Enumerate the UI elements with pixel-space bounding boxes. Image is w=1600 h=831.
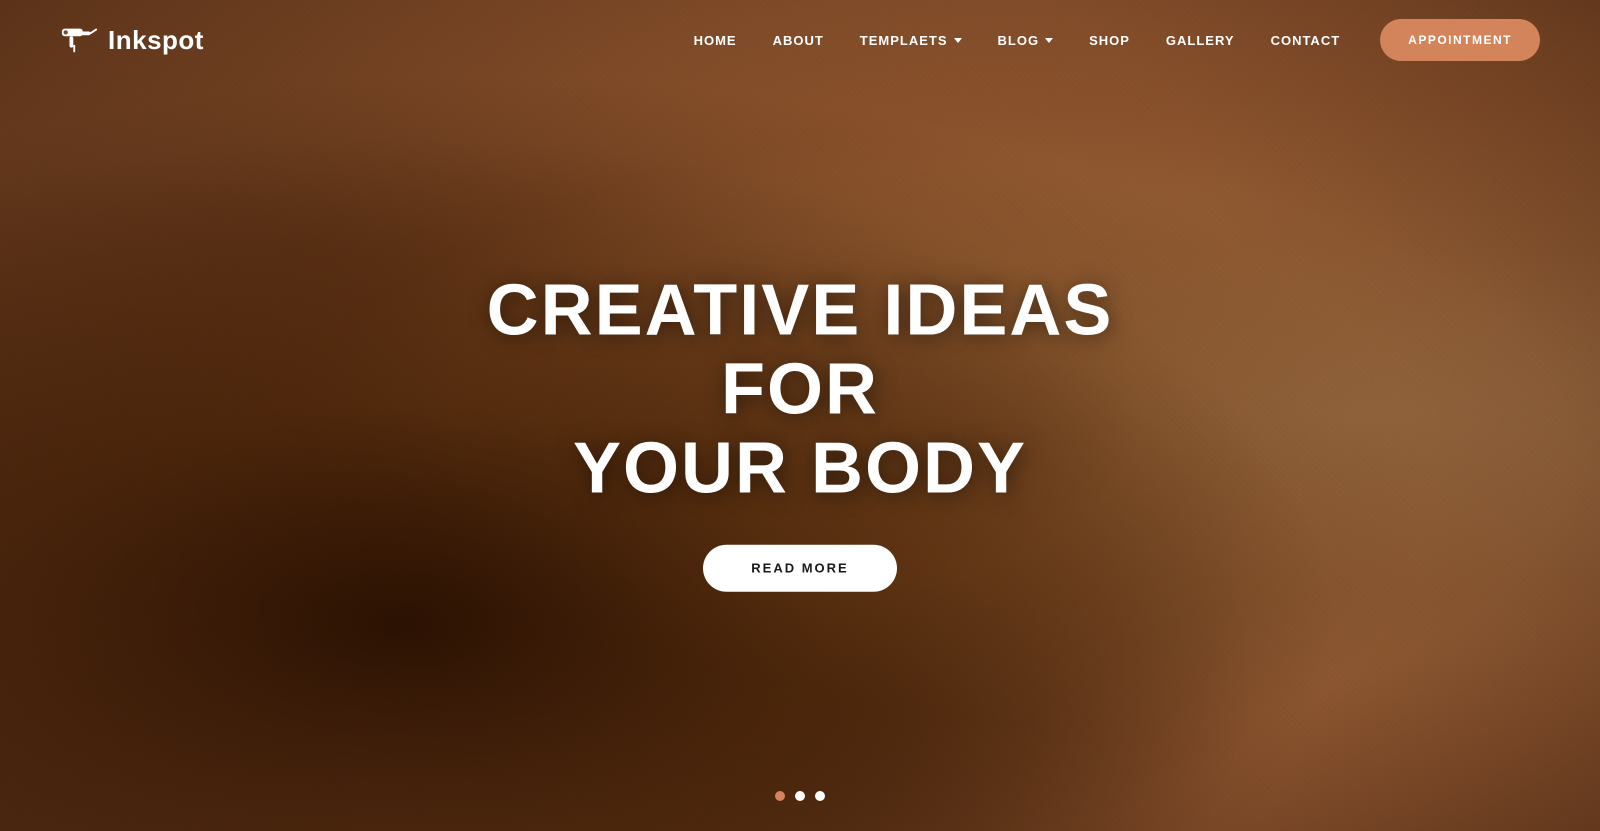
nav-home[interactable]: HOME xyxy=(694,33,737,48)
tattoo-gun-icon xyxy=(60,21,98,59)
slider-dot-1[interactable] xyxy=(775,791,785,801)
nav-blog[interactable]: BLOG xyxy=(998,33,1054,48)
slider-dot-3[interactable] xyxy=(815,791,825,801)
nav-contact[interactable]: CONTACT xyxy=(1271,33,1341,48)
hero-section: Inkspot HOME ABOUT TEMPLAETS BLOG SHOP G… xyxy=(0,0,1600,831)
logo[interactable]: Inkspot xyxy=(60,21,204,59)
hero-content: CREATIVE IDEAS FOR YOUR BODY READ MORE xyxy=(450,271,1150,592)
blog-dropdown-arrow xyxy=(1045,38,1053,43)
nav-shop[interactable]: SHOP xyxy=(1089,33,1130,48)
nav-gallery[interactable]: GALLERY xyxy=(1166,33,1235,48)
hero-title: CREATIVE IDEAS FOR YOUR BODY xyxy=(450,271,1150,509)
appointment-button[interactable]: APPOINTMENT xyxy=(1380,19,1540,61)
navbar: Inkspot HOME ABOUT TEMPLAETS BLOG SHOP G… xyxy=(0,0,1600,80)
read-more-button[interactable]: READ MORE xyxy=(703,545,896,592)
slider-dot-2[interactable] xyxy=(795,791,805,801)
nav-links: HOME ABOUT TEMPLAETS BLOG SHOP GALLERY C… xyxy=(694,33,1341,48)
slider-dots xyxy=(775,791,825,801)
logo-text: Inkspot xyxy=(108,25,204,56)
nav-templaets[interactable]: TEMPLAETS xyxy=(860,33,962,48)
nav-about[interactable]: ABOUT xyxy=(773,33,824,48)
templaets-dropdown-arrow xyxy=(954,38,962,43)
